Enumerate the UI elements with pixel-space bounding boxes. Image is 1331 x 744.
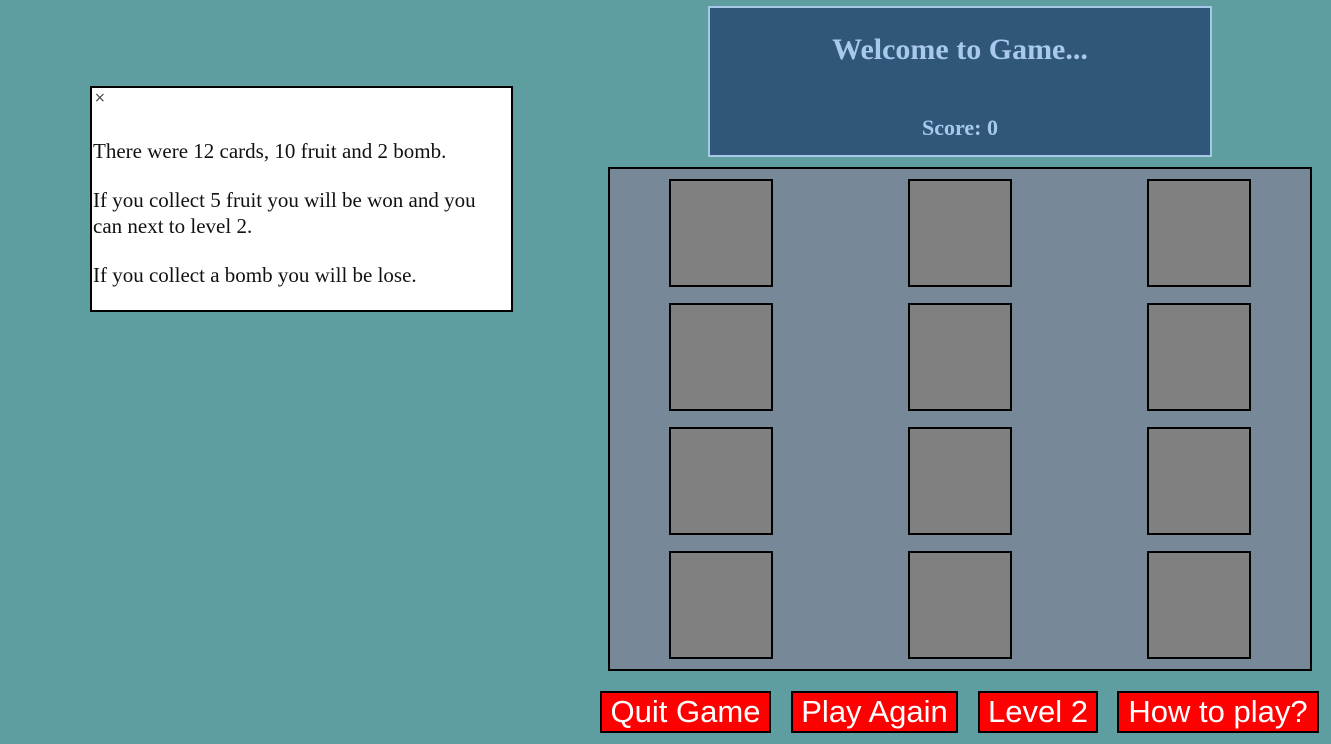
page-title: Welcome to Game... [832, 33, 1088, 66]
card-11[interactable] [908, 551, 1012, 659]
how-to-play-button[interactable]: How to play? [1117, 691, 1319, 733]
game-header: Welcome to Game... Score: 0 [708, 6, 1212, 157]
card-10[interactable] [669, 551, 773, 659]
card-9[interactable] [1147, 427, 1251, 535]
quit-game-button[interactable]: Quit Game [600, 691, 771, 733]
score-display: Score: 0 [922, 115, 998, 140]
close-icon[interactable]: × [94, 91, 106, 105]
card-5[interactable] [908, 303, 1012, 411]
card-1[interactable] [669, 179, 773, 287]
instructions-popup: × There were 12 cards, 10 fruit and 2 bo… [90, 86, 513, 312]
card-2[interactable] [908, 179, 1012, 287]
instruction-line-3: If you collect a bomb you will be lose. [93, 263, 417, 287]
card-7[interactable] [669, 427, 773, 535]
card-board [608, 167, 1312, 671]
instruction-line-2: If you collect 5 fruit you will be won a… [93, 188, 476, 238]
card-3[interactable] [1147, 179, 1251, 287]
card-8[interactable] [908, 427, 1012, 535]
card-12[interactable] [1147, 551, 1251, 659]
instruction-line-1: There were 12 cards, 10 fruit and 2 bomb… [93, 139, 447, 163]
play-again-button[interactable]: Play Again [791, 691, 958, 733]
card-4[interactable] [669, 303, 773, 411]
card-6[interactable] [1147, 303, 1251, 411]
level-2-button[interactable]: Level 2 [978, 691, 1098, 733]
